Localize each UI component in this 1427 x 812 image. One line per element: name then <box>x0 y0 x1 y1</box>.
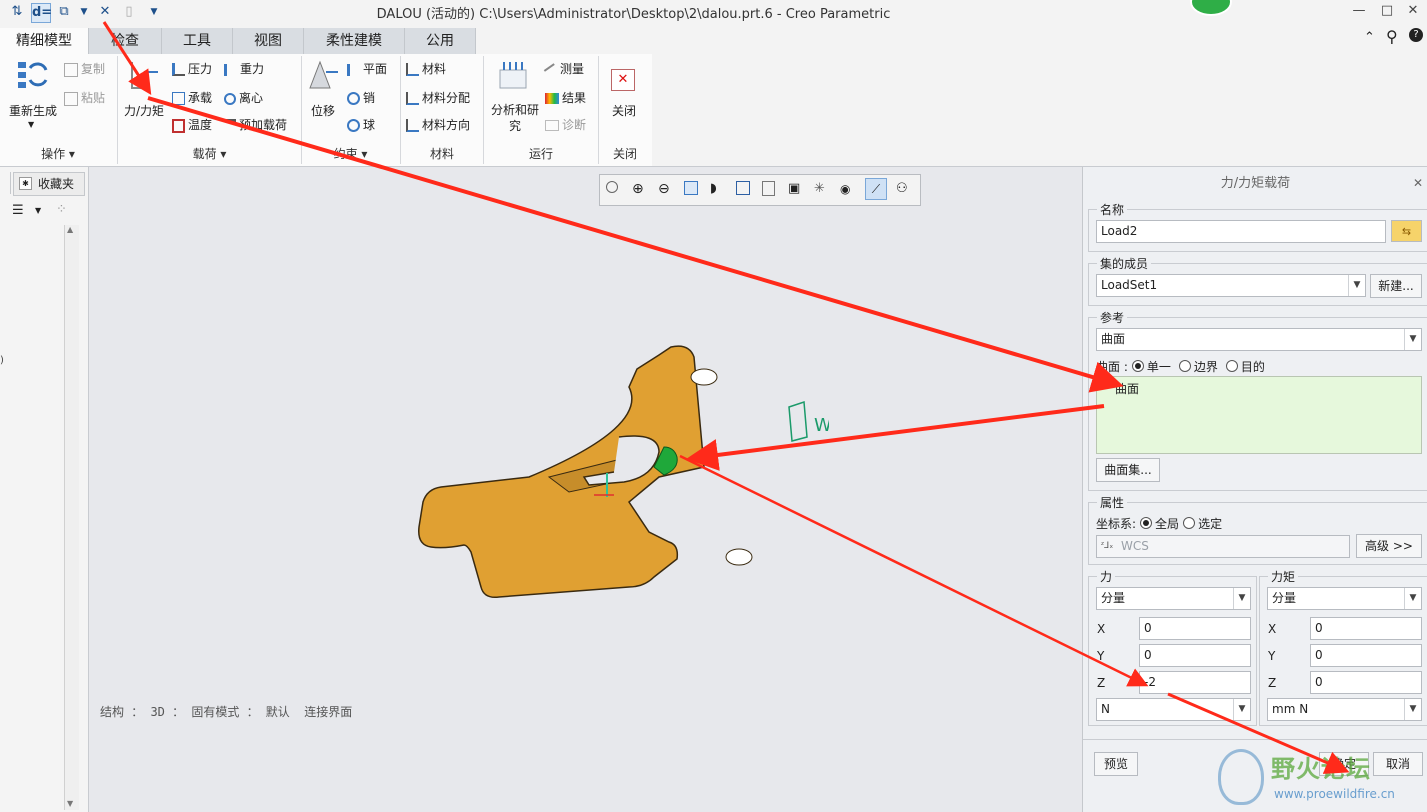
arrow-to-force-button <box>102 21 152 96</box>
arrow-to-reference-box <box>147 96 1124 393</box>
arrow-to-force-z <box>679 454 1149 687</box>
annotation-overlay <box>102 21 1350 774</box>
arrow-to-ok-button <box>1167 692 1350 774</box>
arrow-to-surface <box>686 404 1105 471</box>
